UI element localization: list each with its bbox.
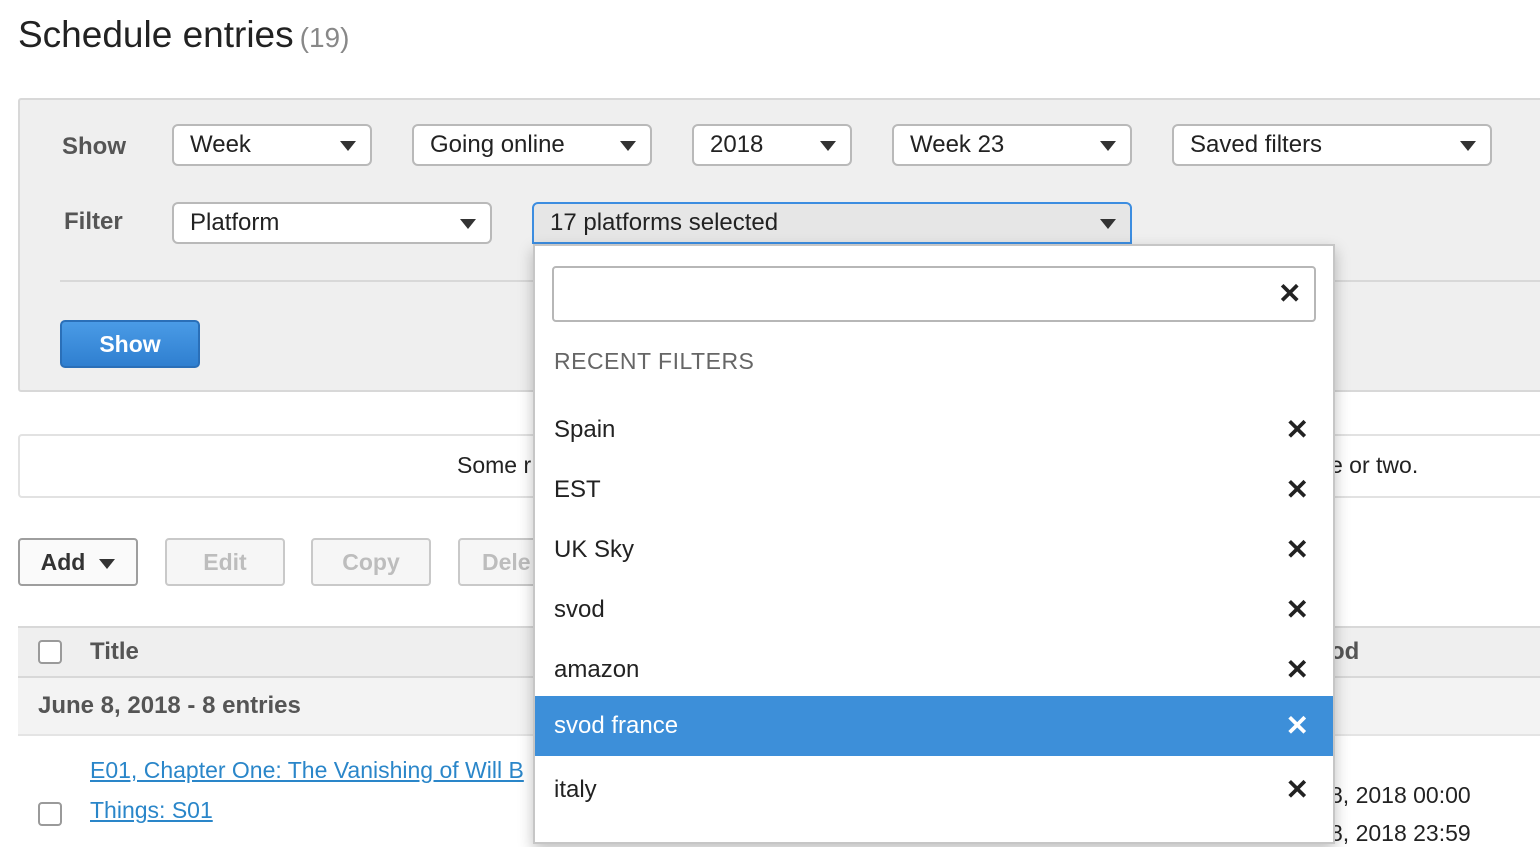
- select-all-checkbox[interactable]: [38, 640, 62, 664]
- remove-icon[interactable]: ✕: [1286, 760, 1309, 820]
- close-icon[interactable]: ✕: [1278, 280, 1301, 308]
- row-checkbox[interactable]: [38, 802, 62, 826]
- week-select[interactable]: Week 23: [892, 124, 1132, 166]
- saved-filters-select[interactable]: Saved filters: [1172, 124, 1492, 166]
- recent-filter-label: Spain: [554, 416, 616, 443]
- recent-filter-item[interactable]: italy ✕: [535, 760, 1333, 820]
- year-select[interactable]: 2018: [692, 124, 852, 166]
- group-label: June 8, 2018 - 8 entries: [38, 692, 301, 719]
- recent-filter-item[interactable]: UK Sky ✕: [535, 520, 1333, 580]
- recent-filter-item[interactable]: svod ✕: [535, 580, 1333, 640]
- chevron-down-icon: [620, 141, 636, 151]
- recent-filter-item[interactable]: amazon ✕: [535, 640, 1333, 700]
- status-select[interactable]: Going online: [412, 124, 652, 166]
- chevron-down-icon: [460, 219, 476, 229]
- period-select[interactable]: Week: [172, 124, 372, 166]
- filter-type-select[interactable]: Platform: [172, 202, 492, 244]
- remove-icon[interactable]: ✕: [1286, 580, 1309, 640]
- platforms-multiselect[interactable]: 17 platforms selected: [532, 202, 1132, 244]
- recent-filter-label: svod: [554, 596, 605, 623]
- chevron-down-icon: [340, 141, 356, 151]
- dropdown-search-input[interactable]: [552, 266, 1316, 322]
- chevron-down-icon: [99, 558, 116, 569]
- year-select-value: 2018: [710, 131, 764, 158]
- platforms-multiselect-value: 17 platforms selected: [550, 209, 779, 236]
- recent-filter-label: svod france: [554, 712, 679, 739]
- notice-text-left: Some r: [457, 452, 532, 478]
- recent-filter-item[interactable]: EST ✕: [535, 460, 1333, 520]
- recent-filter-label: EST: [554, 476, 601, 503]
- recent-filter-label: amazon: [554, 656, 640, 683]
- show-button[interactable]: Show: [60, 320, 200, 368]
- notice-text-right: e or two.: [1330, 452, 1419, 478]
- recent-filter-item-highlighted[interactable]: svod france ✕: [535, 696, 1333, 756]
- remove-icon[interactable]: ✕: [1286, 400, 1309, 460]
- show-row-label: Show: [62, 133, 126, 160]
- recent-filter-item[interactable]: Spain ✕: [535, 400, 1333, 460]
- remove-icon[interactable]: ✕: [1286, 696, 1309, 756]
- week-select-value: Week 23: [910, 131, 1005, 158]
- entry-end-date: 8, 2018 23:59: [1330, 820, 1471, 846]
- edit-button[interactable]: Edit: [165, 538, 285, 586]
- column-header-title[interactable]: Title: [90, 638, 139, 666]
- saved-filters-value: Saved filters: [1190, 131, 1323, 158]
- entry-season-link[interactable]: Things: S01: [90, 797, 213, 824]
- recent-filter-label: UK Sky: [554, 536, 635, 563]
- recent-filters-heading: RECENT FILTERS: [554, 348, 755, 374]
- remove-icon[interactable]: ✕: [1286, 520, 1309, 580]
- chevron-down-icon: [820, 141, 836, 151]
- page-title: Schedule entries (19): [18, 14, 349, 56]
- chevron-down-icon: [1460, 141, 1476, 151]
- copy-button[interactable]: Copy: [311, 538, 431, 586]
- filter-type-value: Platform: [190, 209, 280, 236]
- add-button-label: Add: [40, 549, 86, 575]
- page-title-text: Schedule entries: [18, 14, 294, 55]
- remove-icon[interactable]: ✕: [1286, 460, 1309, 520]
- status-select-value: Going online: [430, 131, 565, 158]
- entry-title-link[interactable]: E01, Chapter One: The Vanishing of Will …: [90, 757, 524, 784]
- remove-icon[interactable]: ✕: [1286, 640, 1309, 700]
- recent-filter-label: italy: [554, 776, 597, 803]
- chevron-down-icon: [1100, 141, 1116, 151]
- chevron-down-icon: [1100, 219, 1116, 229]
- add-button[interactable]: Add: [18, 538, 138, 586]
- filter-row-label: Filter: [64, 208, 123, 235]
- entry-start-date: 8, 2018 00:00: [1330, 782, 1471, 808]
- entry-count: (19): [299, 22, 350, 53]
- period-select-value: Week: [190, 131, 251, 158]
